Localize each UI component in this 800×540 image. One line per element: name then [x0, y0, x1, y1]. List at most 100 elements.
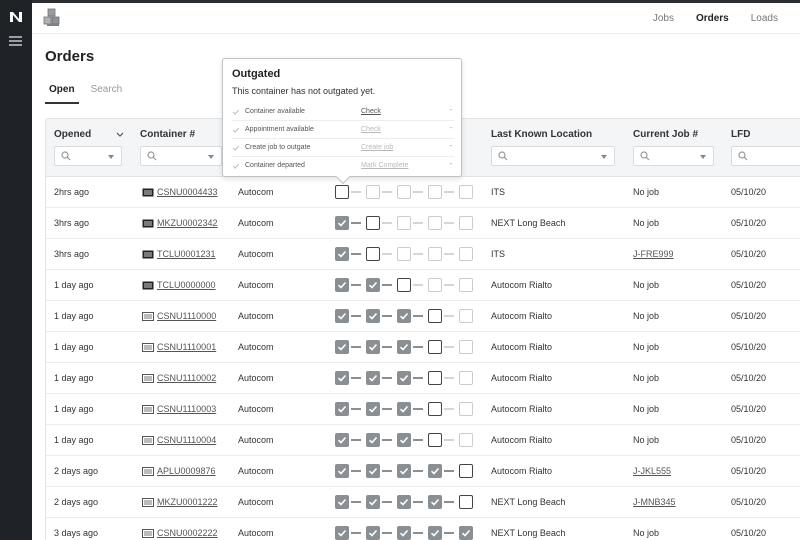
table-row[interactable]: 3 days ago CSNU0002222 Autocom NEXT Long Be… [46, 518, 800, 540]
step-checkbox[interactable] [366, 433, 380, 447]
step-checkbox[interactable] [335, 464, 349, 478]
table-row[interactable]: 2hrs ago CSNU0004433 Autocom ITS No job 05/10… [46, 177, 800, 208]
tab-search[interactable]: Search [87, 82, 127, 104]
step-checkbox[interactable] [428, 464, 442, 478]
step-checkbox[interactable] [459, 371, 473, 385]
nav-orders[interactable]: Orders [696, 13, 729, 24]
job-link[interactable]: J-JKL555 [633, 456, 671, 487]
step-checkbox[interactable] [366, 278, 380, 292]
container-number-link[interactable]: CSNU1110000 [157, 301, 216, 332]
step-checkbox[interactable] [397, 340, 411, 354]
step-checkbox[interactable] [459, 216, 473, 230]
step-checkbox[interactable] [428, 185, 442, 199]
step-checkbox[interactable] [366, 371, 380, 385]
container-number-link[interactable]: CSNU1110003 [157, 394, 216, 425]
table-row[interactable]: 3hrs ago TCLU0001231 Autocom ITS J-FRE999 05/… [46, 239, 800, 270]
step-checkbox[interactable] [459, 464, 473, 478]
step-checkbox[interactable] [366, 464, 380, 478]
step-checkbox[interactable] [428, 495, 442, 509]
app-logo-icon[interactable] [9, 11, 23, 23]
step-checkbox[interactable] [335, 247, 349, 261]
step-checkbox[interactable] [428, 278, 442, 292]
step-checkbox[interactable] [335, 185, 349, 199]
table-row[interactable]: 1 day ago CSNU1110002 Autocom Autocom Rialt… [46, 363, 800, 394]
step-checkbox[interactable] [397, 433, 411, 447]
step-checkbox[interactable] [335, 309, 349, 323]
step-checkbox[interactable] [397, 309, 411, 323]
step-checkbox[interactable] [397, 216, 411, 230]
step-checkbox[interactable] [397, 185, 411, 199]
container-number-link[interactable]: MKZU0002342 [157, 208, 218, 239]
step-checkbox[interactable] [428, 309, 442, 323]
step-checkbox[interactable] [366, 402, 380, 416]
container-number-link[interactable]: CSNU0004433 [157, 177, 218, 208]
step-checkbox[interactable] [397, 495, 411, 509]
step-checkbox[interactable] [428, 371, 442, 385]
step-checkbox[interactable] [366, 185, 380, 199]
container-number-link[interactable]: MKZU0001222 [157, 487, 218, 518]
table-row[interactable]: 1 day ago CSNU1110004 Autocom Autocom Rialt… [46, 425, 800, 456]
container-number-link[interactable]: TCLU0001231 [157, 239, 216, 270]
hamburger-menu-icon[interactable] [9, 36, 22, 46]
step-checkbox[interactable] [459, 495, 473, 509]
step-checkbox[interactable] [428, 247, 442, 261]
step-checkbox[interactable] [428, 340, 442, 354]
step-checkbox[interactable] [459, 402, 473, 416]
step-checkbox[interactable] [366, 495, 380, 509]
step-checkbox[interactable] [459, 278, 473, 292]
step-checkbox[interactable] [459, 526, 473, 540]
container-number-link[interactable]: CSNU1110002 [157, 363, 216, 394]
step-checkbox[interactable] [397, 402, 411, 416]
step-checkbox[interactable] [366, 247, 380, 261]
step-checkbox[interactable] [397, 247, 411, 261]
step-checkbox[interactable] [335, 371, 349, 385]
location-filter[interactable] [491, 146, 615, 166]
nav-jobs[interactable]: Jobs [653, 13, 674, 24]
step-checkbox[interactable] [428, 433, 442, 447]
current-job-filter[interactable] [633, 146, 714, 166]
table-row[interactable]: 3hrs ago MKZU0002342 Autocom NEXT Long Beac… [46, 208, 800, 239]
step-checkbox[interactable] [335, 495, 349, 509]
table-row[interactable]: 1 day ago CSNU1110003 Autocom Autocom Rialt… [46, 394, 800, 425]
step-checkbox[interactable] [335, 433, 349, 447]
column-header-opened[interactable]: Opened [54, 129, 124, 140]
step-checkbox[interactable] [335, 402, 349, 416]
container-number-link[interactable]: CSNU1110004 [157, 425, 216, 456]
container-number-link[interactable]: TCLU0000000 [157, 270, 216, 301]
step-checkbox[interactable] [335, 278, 349, 292]
job-link[interactable]: J-FRE999 [633, 239, 674, 270]
step-checkbox[interactable] [366, 309, 380, 323]
step-checkbox[interactable] [459, 433, 473, 447]
step-checkbox[interactable] [366, 216, 380, 230]
table-row[interactable]: 1 day ago CSNU1110001 Autocom Autocom Rialt… [46, 332, 800, 363]
job-link[interactable]: J-MNB345 [633, 487, 676, 518]
lfd-filter[interactable] [731, 146, 800, 166]
opened-filter[interactable] [54, 146, 122, 166]
step-checkbox[interactable] [366, 526, 380, 540]
table-row[interactable]: 1 day ago TCLU0000000 Autocom Autocom Rialt… [46, 270, 800, 301]
step-checkbox[interactable] [335, 340, 349, 354]
step-checkbox[interactable] [459, 185, 473, 199]
step-checkbox[interactable] [428, 216, 442, 230]
step-checkbox[interactable] [366, 340, 380, 354]
checklist-action-link[interactable]: Check [361, 108, 381, 115]
step-checkbox[interactable] [459, 340, 473, 354]
table-row[interactable]: 1 day ago CSNU1110000 Autocom Autocom Rialt… [46, 301, 800, 332]
step-checkbox[interactable] [397, 278, 411, 292]
step-checkbox[interactable] [397, 371, 411, 385]
step-checkbox[interactable] [459, 247, 473, 261]
container-number-link[interactable]: APLU0009876 [157, 456, 216, 487]
step-checkbox[interactable] [428, 402, 442, 416]
table-row[interactable]: 2 days ago APLU0009876 Autocom Autocom Rial… [46, 456, 800, 487]
step-checkbox[interactable] [335, 216, 349, 230]
step-checkbox[interactable] [397, 464, 411, 478]
step-checkbox[interactable] [428, 526, 442, 540]
step-checkbox[interactable] [459, 309, 473, 323]
step-checkbox[interactable] [397, 526, 411, 540]
tab-open[interactable]: Open [45, 82, 79, 104]
nav-loads[interactable]: Loads [751, 13, 778, 24]
container-number-link[interactable]: CSNU0002222 [157, 518, 218, 540]
container-filter[interactable] [140, 146, 222, 166]
container-number-link[interactable]: CSNU1110001 [157, 332, 216, 363]
table-row[interactable]: 2 days ago MKZU0001222 Autocom NEXT Long Be… [46, 487, 800, 518]
